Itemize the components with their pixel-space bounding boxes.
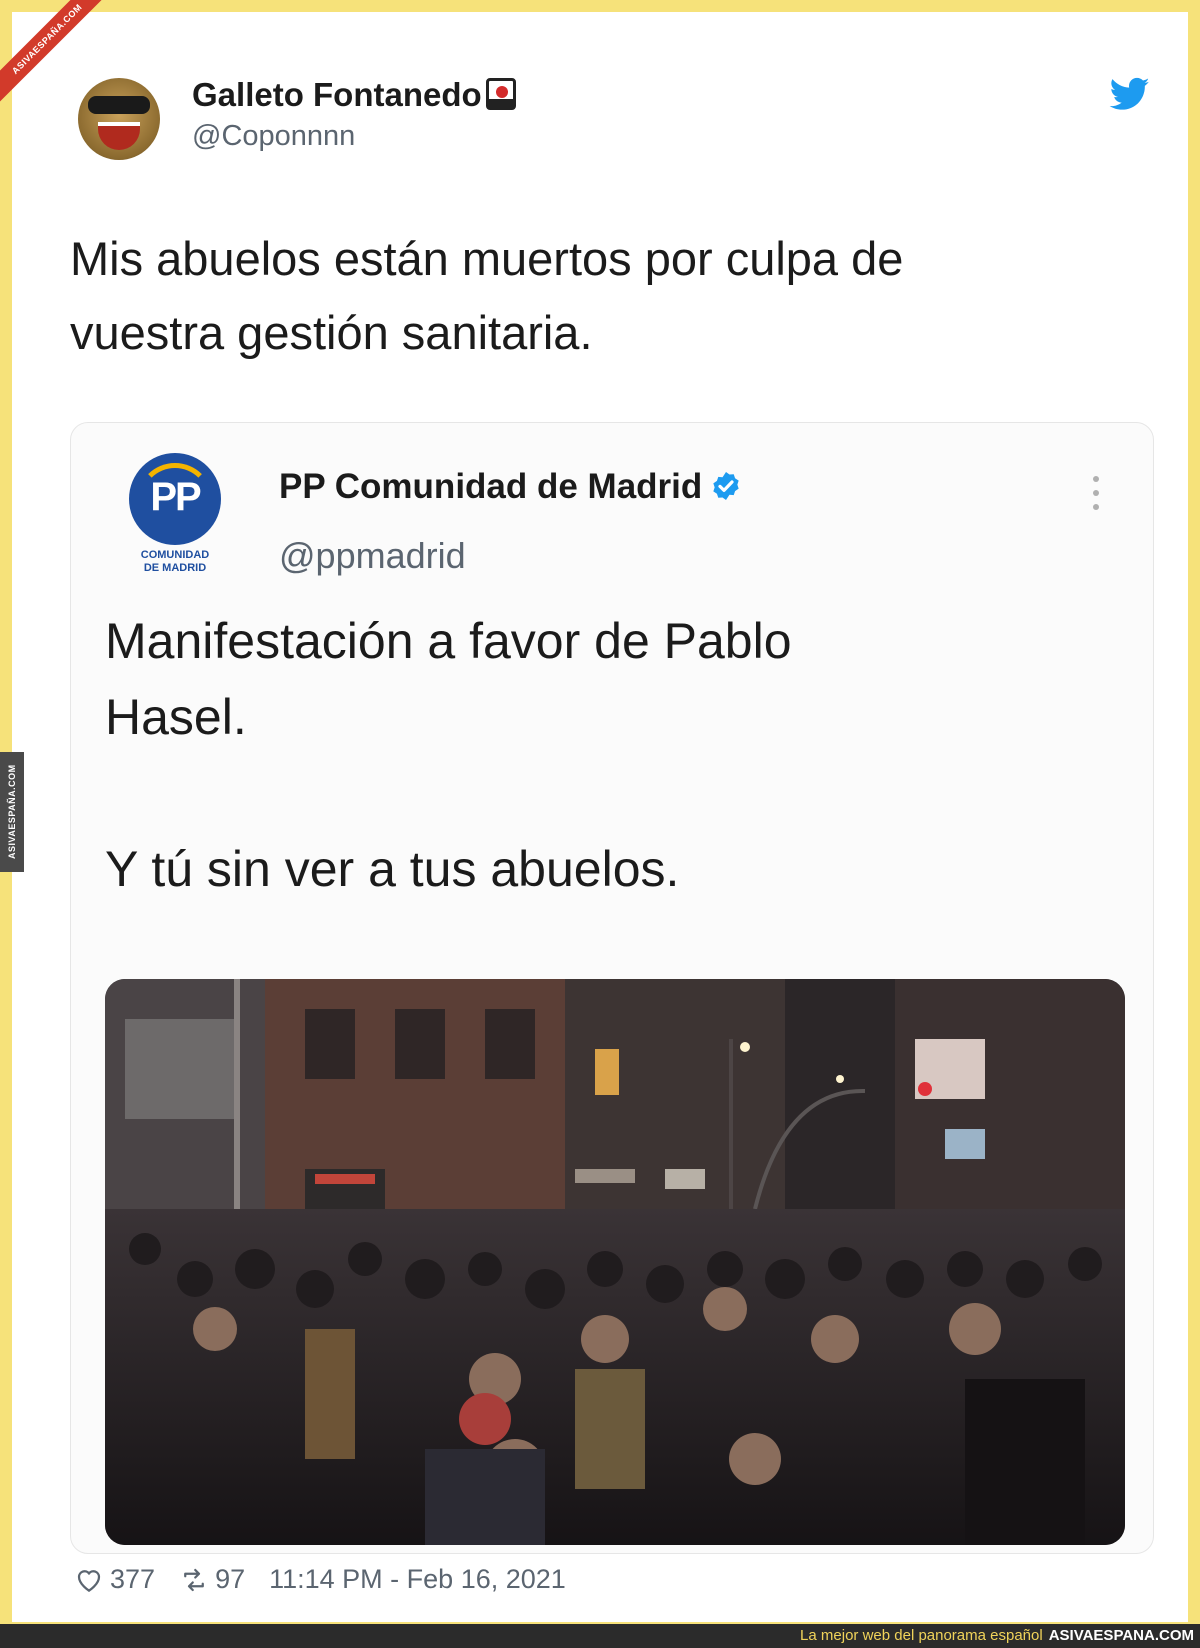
pp-logo-subtitle: COMUNIDAD DE MADRID <box>123 549 227 575</box>
heart-icon[interactable] <box>74 1565 104 1595</box>
retweet-count: 97 <box>215 1564 246 1594</box>
tweet-card: Galleto Fontanedo @Coponnnn Mis abuelos … <box>12 12 1188 1622</box>
footer-site[interactable]: ASIVAESPANA.COM <box>1049 1627 1194 1644</box>
quoted-handle[interactable]: @ppmadrid <box>279 535 466 577</box>
like-count: 377 <box>110 1564 156 1594</box>
retweet-icon[interactable] <box>179 1565 209 1595</box>
quoted-text: Manifestación a favor de Pablo Hasel. Y … <box>105 603 1105 907</box>
tweet-text-line: vuestra gestión sanitaria. <box>70 306 593 359</box>
tweet-text-line: Mis abuelos están muertos por culpa de <box>70 232 904 285</box>
tweet-timestamp[interactable]: 11:14 PM - Feb 16, 2021 <box>269 1564 566 1595</box>
sunglasses-graphic <box>88 96 150 114</box>
pp-logo[interactable]: PP COMUNIDAD DE MADRID <box>129 453 221 583</box>
video-thumbnail[interactable] <box>105 979 1125 1545</box>
tweet-text: Mis abuelos están muertos por culpa de v… <box>70 222 1150 370</box>
author-handle[interactable]: @Coponnnn <box>192 120 355 153</box>
quoted-text-line: Manifestación a favor de Pablo <box>105 613 792 669</box>
quoted-display-name[interactable]: PP Comunidad de Madrid <box>279 467 742 507</box>
pp-logo-circle: PP <box>129 453 221 545</box>
verified-badge-icon <box>713 472 739 500</box>
tweet-meta: 377 97 11:14 PM - Feb 16, 2021 <box>74 1564 566 1595</box>
pp-logo-text: PP <box>150 475 201 519</box>
watermark-side-badge: ASIVAESPAÑA.COM <box>0 752 24 872</box>
pp-logo-sub1: COMUNIDAD <box>140 549 210 561</box>
pp-logo-sub2: DE MADRID <box>143 562 207 574</box>
author-name-text: Galleto Fontanedo <box>192 76 482 113</box>
avatar[interactable] <box>78 78 160 160</box>
mouth-graphic <box>98 122 140 150</box>
quoted-text-line: Hasel. <box>105 689 247 745</box>
quoted-name-text: PP Comunidad de Madrid <box>279 467 703 506</box>
more-options-icon[interactable] <box>1091 473 1101 513</box>
quoted-text-line: Y tú sin ver a tus abuelos. <box>105 841 680 897</box>
watermark-footer: La mejor web del panorama español ASIVAES… <box>0 1624 1200 1648</box>
quoted-tweet[interactable]: PP COMUNIDAD DE MADRID PP Comunidad de M… <box>70 422 1154 1554</box>
emoji-icon <box>485 78 516 110</box>
protest-crowd-photo <box>105 979 1125 1545</box>
twitter-bird-icon[interactable] <box>1108 74 1152 114</box>
author-display-name[interactable]: Galleto Fontanedo <box>192 76 516 114</box>
footer-tagline: La mejor web del panorama español <box>800 1627 1043 1644</box>
